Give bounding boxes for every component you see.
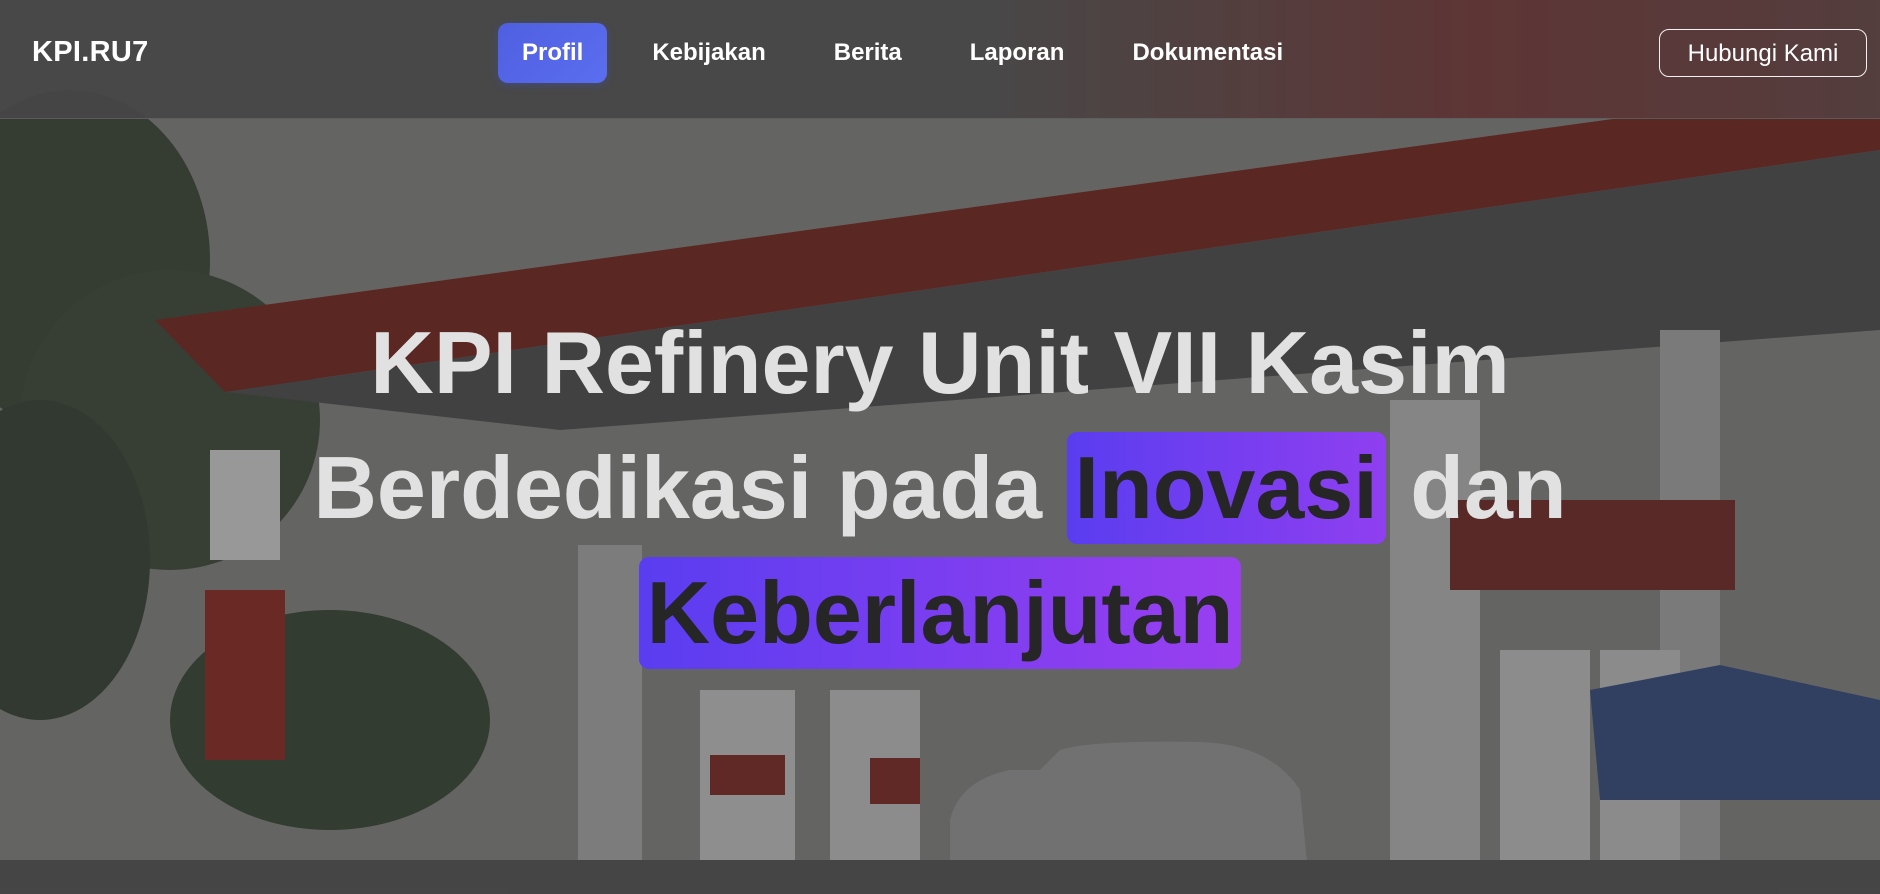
headline-prefix: Berdedikasi pada bbox=[313, 438, 1043, 537]
hero-headline: KPI Refinery Unit VII Kasim Berdedikasi … bbox=[0, 300, 1880, 675]
headline-line-3: Keberlanjutan bbox=[0, 550, 1880, 675]
top-navbar: KPI.RU7 Profil Kebijakan Berita Laporan … bbox=[0, 0, 1880, 119]
nav-item-berita[interactable]: Berita bbox=[811, 23, 925, 83]
headline-line-2: Berdedikasi pada Inovasi dan bbox=[0, 425, 1880, 550]
nav-item-dokumentasi[interactable]: Dokumentasi bbox=[1109, 23, 1306, 83]
headline-line-1: KPI Refinery Unit VII Kasim bbox=[370, 313, 1510, 412]
highlight-keberlanjutan: Keberlanjutan bbox=[638, 557, 1242, 669]
headline-suffix: dan bbox=[1410, 438, 1567, 537]
brand-logo[interactable]: KPI.RU7 bbox=[32, 36, 149, 69]
contact-button[interactable]: Hubungi Kami bbox=[1659, 29, 1867, 77]
main-nav: Profil Kebijakan Berita Laporan Dokument… bbox=[498, 22, 1328, 84]
nav-item-kebijakan[interactable]: Kebijakan bbox=[629, 23, 788, 83]
highlight-inovasi: Inovasi bbox=[1066, 432, 1386, 544]
nav-item-laporan[interactable]: Laporan bbox=[947, 23, 1088, 83]
nav-item-profil[interactable]: Profil bbox=[498, 23, 608, 83]
